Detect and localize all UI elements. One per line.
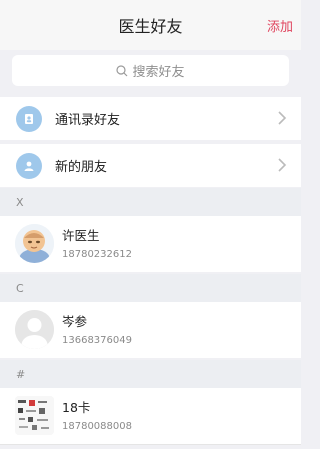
nav-item-label: 通讯录好友 xyxy=(55,113,121,128)
nav-item-label: 新的朋友 xyxy=(55,160,108,175)
avatar xyxy=(15,224,54,263)
section-header-c: C xyxy=(0,274,301,302)
list-divider xyxy=(0,444,301,445)
contact-name: 许医生 xyxy=(62,228,100,243)
section-letter: X xyxy=(16,195,24,209)
search-input[interactable]: 搜索好友 xyxy=(12,55,289,86)
search-placeholder: 搜索好友 xyxy=(132,65,185,80)
section-header-x: X xyxy=(0,188,301,216)
section-letter: # xyxy=(16,367,26,381)
section-letter: C xyxy=(16,281,24,295)
avatar xyxy=(15,396,54,435)
avatar xyxy=(15,310,54,349)
contact-row[interactable]: 许医生 18780232612 xyxy=(0,216,301,272)
contact-phone: 18780232612 xyxy=(62,249,132,260)
contact-row[interactable]: 18卡 18780088008 xyxy=(0,388,301,444)
chevron-right-icon xyxy=(278,158,287,172)
search-icon xyxy=(116,64,128,76)
contact-phone: 18780088008 xyxy=(62,421,132,432)
contact-phone: 13668376049 xyxy=(62,335,132,346)
nav-item-new-friends[interactable]: 新的朋友 xyxy=(0,144,301,187)
contact-name: 18卡 xyxy=(62,400,91,415)
contact-name: 岑参 xyxy=(62,314,88,329)
search-area: 搜索好友 xyxy=(0,50,301,93)
section-header-hash: # xyxy=(0,360,301,388)
add-button[interactable]: 添加 xyxy=(267,16,293,35)
nav-item-address-book-friends[interactable]: 通讯录好友 xyxy=(0,97,301,140)
chevron-right-icon xyxy=(278,111,287,125)
page-title: 医生好友 xyxy=(118,17,183,36)
new-friend-icon xyxy=(16,152,42,179)
contact-row[interactable]: 岑参 13668376049 xyxy=(0,302,301,358)
contact-book-icon xyxy=(16,105,42,132)
top-bar: 医生好友 添加 xyxy=(0,0,301,50)
